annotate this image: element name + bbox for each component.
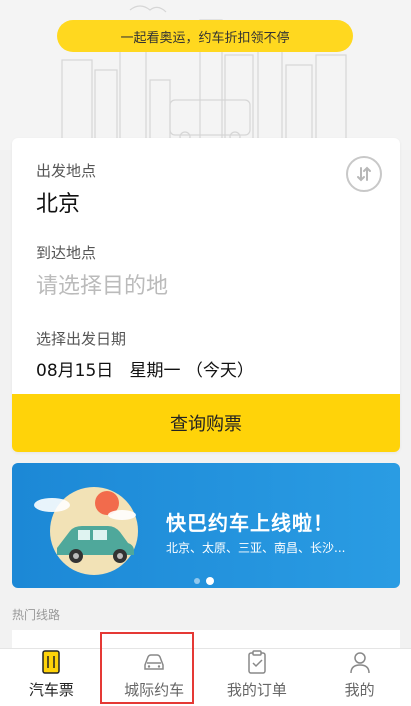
search-tickets-button[interactable]: 查询购票 bbox=[12, 394, 400, 452]
swap-arrows-icon[interactable] bbox=[346, 156, 382, 192]
departure-field[interactable]: 北京 bbox=[36, 186, 80, 218]
carousel-indicator bbox=[194, 577, 214, 585]
tab-my-orders[interactable]: 我的订单 bbox=[206, 649, 309, 706]
section-title-popular-routes: 热门线路 bbox=[12, 608, 61, 622]
tab-bus-tickets[interactable]: 汽车票 bbox=[0, 649, 103, 706]
clipboard-check-icon bbox=[244, 649, 270, 675]
promo-banner[interactable]: 一起看奥运，约车折扣领不停 bbox=[57, 20, 353, 52]
bottom-tab-bar: 汽车票 城际约车 我的订单 我的 bbox=[0, 648, 411, 706]
ticket-icon bbox=[38, 649, 64, 675]
departure-label: 出发地点 bbox=[36, 162, 97, 180]
tab-profile[interactable]: 我的 bbox=[308, 649, 411, 706]
promo-ad-carousel[interactable]: 快巴约车上线啦！ 北京、太原、三亚、南昌、长沙... bbox=[12, 463, 400, 588]
car-illustration bbox=[34, 487, 138, 575]
carousel-dot-active[interactable] bbox=[206, 577, 214, 585]
date-label: 选择出发日期 bbox=[36, 330, 127, 348]
tab-label: 我的订单 bbox=[226, 681, 287, 699]
ad-title: 快巴约车上线啦！ bbox=[166, 511, 334, 535]
user-icon bbox=[347, 649, 373, 675]
search-form-card: 出发地点 北京 到达地点 请选择目的地 选择出发日期 08月15日 星期一 （今… bbox=[12, 138, 400, 452]
annotation-highlight-box bbox=[100, 632, 194, 704]
arrival-label: 到达地点 bbox=[36, 244, 97, 262]
carousel-dot[interactable] bbox=[194, 578, 200, 584]
promo-text: 一起看奥运，约车折扣领不停 bbox=[120, 30, 290, 46]
date-field[interactable]: 08月15日 星期一 （今天） bbox=[36, 356, 254, 381]
tab-label: 汽车票 bbox=[28, 681, 74, 699]
ad-subtitle: 北京、太原、三亚、南昌、长沙... bbox=[166, 541, 346, 555]
arrival-field[interactable]: 请选择目的地 bbox=[36, 268, 168, 300]
tab-label: 我的 bbox=[344, 681, 375, 699]
